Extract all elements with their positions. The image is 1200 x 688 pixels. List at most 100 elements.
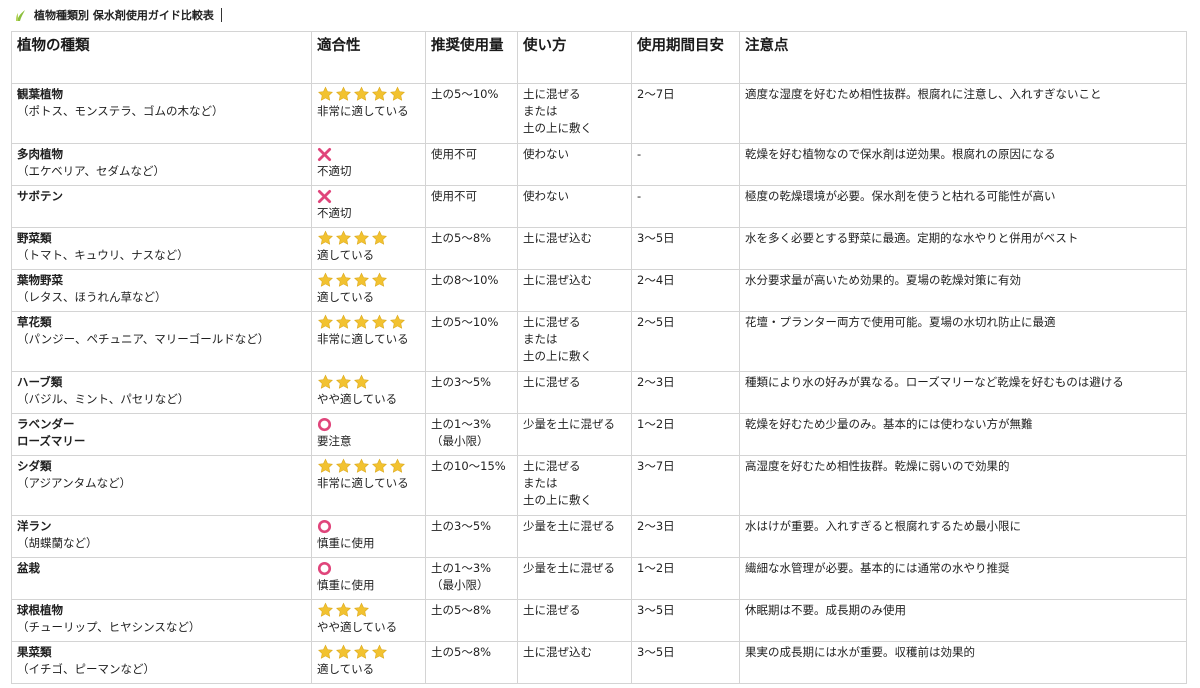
amount-text: 土の1〜3% bbox=[431, 417, 492, 431]
plant-examples: （胡蝶蘭など） bbox=[17, 536, 98, 550]
cell-suitability: 適している bbox=[311, 641, 426, 684]
usage-line: 少量を土に混ぜる bbox=[523, 561, 615, 575]
star-icon bbox=[318, 230, 333, 245]
cell-plant-type: ラベンダーローズマリー bbox=[11, 413, 312, 456]
cell-amount: 使用不可 bbox=[425, 185, 518, 228]
cell-amount: 土の5〜8% bbox=[425, 227, 518, 270]
star-icon bbox=[390, 86, 405, 101]
cell-usage: 土に混ぜる bbox=[517, 599, 632, 642]
star-icon bbox=[318, 272, 333, 287]
table-row: シダ類 （アジアンタムなど） 非常に適している 土の10〜15% 土に混ぜる または 土の上… bbox=[11, 455, 1187, 516]
cell-suitability: 適している bbox=[311, 269, 426, 312]
circle-icon bbox=[317, 519, 332, 534]
star-rating bbox=[317, 602, 420, 619]
cell-period: - bbox=[631, 185, 740, 228]
amount-text: 土の8〜10% bbox=[431, 273, 499, 287]
suitability-label: 非常に適している bbox=[317, 104, 409, 118]
table-row: 観葉植物 （ポトス、モンステラ、ゴムの木など） 非常に適している 土の5〜10% 土に混… bbox=[11, 83, 1187, 144]
amount-note: （最小限） bbox=[431, 434, 489, 448]
cell-period: 2〜5日 bbox=[631, 311, 740, 372]
usage-line: 土に混ぜる bbox=[523, 459, 581, 473]
star-icon bbox=[372, 458, 387, 473]
star-icon bbox=[336, 644, 351, 659]
cell-plant-type: 盆栽 bbox=[11, 557, 312, 600]
cell-suitability: 非常に適している bbox=[311, 83, 426, 144]
table-row: 盆栽 慎重に使用 土の1〜3% （最小限） 少量を土に混ぜる 1〜2日 繊細な水管理が必要。… bbox=[11, 557, 1187, 600]
cell-suitability: 非常に適している bbox=[311, 311, 426, 372]
header-plant-type: 植物の種類 bbox=[11, 31, 312, 84]
cell-amount: 土の3〜5% bbox=[425, 371, 518, 414]
star-rating bbox=[317, 374, 420, 391]
text-cursor bbox=[220, 8, 222, 22]
circle-mark bbox=[317, 560, 420, 577]
plant-examples: （バジル、ミント、パセリなど） bbox=[17, 392, 190, 406]
circle-icon bbox=[317, 417, 332, 432]
usage-line: 土に混ぜ込む bbox=[523, 231, 592, 245]
star-icon bbox=[354, 602, 369, 617]
cell-amount: 土の5〜10% bbox=[425, 311, 518, 372]
cell-period: 3〜7日 bbox=[631, 455, 740, 516]
cell-caution: 種類により水の好みが異なる。ローズマリーなど乾燥を好むものは避ける bbox=[739, 371, 1187, 414]
cell-usage: 土に混ぜる または 土の上に敷く bbox=[517, 455, 632, 516]
cell-caution: 適度な湿度を好むため相性抜群。根腐れに注意し、入れすぎないこと bbox=[739, 83, 1187, 144]
cell-plant-type: 葉物野菜 （レタス、ほうれん草など） bbox=[11, 269, 312, 312]
star-rating bbox=[317, 86, 420, 103]
cell-caution: 果実の成長期には水が重要。収穫前は効果的 bbox=[739, 641, 1187, 684]
cell-period: 1〜2日 bbox=[631, 413, 740, 456]
header-usage: 使い方 bbox=[517, 31, 632, 84]
table-row: サボテン 不適切 使用不可 使わない - 極度の乾燥環境が必要。保水剤を使うと枯れる可能性… bbox=[11, 185, 1187, 228]
plant-name: シダ類 bbox=[17, 459, 52, 473]
plant-examples: （ポトス、モンステラ、ゴムの木など） bbox=[17, 104, 224, 118]
amount-text: 土の5〜8% bbox=[431, 603, 492, 617]
cell-usage: 少量を土に混ぜる bbox=[517, 413, 632, 456]
amount-note: （最小限） bbox=[431, 578, 489, 592]
cell-plant-type: シダ類 （アジアンタムなど） bbox=[11, 455, 312, 516]
plant-name-2: ローズマリー bbox=[17, 434, 86, 448]
star-rating bbox=[317, 272, 420, 289]
suitability-label: 不適切 bbox=[317, 164, 352, 178]
star-icon bbox=[336, 374, 351, 389]
table-row: 野菜類 （トマト、キュウリ、ナスなど） 適している 土の5〜8% 土に混ぜ込む 3〜5日水… bbox=[11, 227, 1187, 270]
star-icon bbox=[354, 86, 369, 101]
usage-line: 使わない bbox=[523, 147, 569, 161]
cell-usage: 土に混ぜ込む bbox=[517, 269, 632, 312]
star-icon bbox=[372, 86, 387, 101]
amount-text: 土の3〜5% bbox=[431, 519, 492, 533]
usage-line: 少量を土に混ぜる bbox=[523, 519, 615, 533]
table-row: 球根植物 （チューリップ、ヒヤシンスなど） やや適している 土の5〜8% 土に混ぜる 3〜… bbox=[11, 599, 1187, 642]
plant-name: 果菜類 bbox=[17, 645, 52, 659]
star-icon bbox=[390, 314, 405, 329]
suitability-label: やや適している bbox=[317, 392, 398, 406]
amount-text: 使用不可 bbox=[431, 147, 477, 161]
suitability-label: 適している bbox=[317, 290, 375, 304]
cell-amount: 土の5〜8% bbox=[425, 641, 518, 684]
amount-text: 土の1〜3% bbox=[431, 561, 492, 575]
header-caution: 注意点 bbox=[739, 31, 1187, 84]
cell-caution: 花壇・プランター両方で使用可能。夏場の水切れ防止に最適 bbox=[739, 311, 1187, 372]
suitability-label: 不適切 bbox=[317, 206, 352, 220]
cell-amount: 土の1〜3% （最小限） bbox=[425, 413, 518, 456]
star-icon bbox=[318, 374, 333, 389]
star-icon bbox=[336, 230, 351, 245]
cell-plant-type: 野菜類 （トマト、キュウリ、ナスなど） bbox=[11, 227, 312, 270]
cell-suitability: 要注意 bbox=[311, 413, 426, 456]
table-row: 草花類 （パンジー、ペチュニア、マリーゴールドなど） 非常に適している 土の5〜10%… bbox=[11, 311, 1187, 372]
usage-line: 少量を土に混ぜる bbox=[523, 417, 615, 431]
plant-examples: （アジアンタムなど） bbox=[17, 476, 132, 490]
amount-text: 土の5〜8% bbox=[431, 231, 492, 245]
cell-suitability: 慎重に使用 bbox=[311, 557, 426, 600]
suitability-label: 要注意 bbox=[317, 434, 352, 448]
cell-amount: 土の3〜5% bbox=[425, 515, 518, 558]
star-rating bbox=[317, 458, 420, 475]
usage-line: または bbox=[523, 476, 558, 490]
suitability-label: 適している bbox=[317, 662, 375, 676]
plant-name: ラベンダー bbox=[17, 417, 75, 431]
suitability-label: 慎重に使用 bbox=[317, 536, 375, 550]
cross-icon bbox=[317, 147, 332, 162]
plant-name: 草花類 bbox=[17, 315, 52, 329]
usage-line: 土に混ぜる bbox=[523, 87, 581, 101]
sprout-icon bbox=[16, 10, 25, 21]
amount-text: 土の5〜10% bbox=[431, 87, 499, 101]
table-row: 多肉植物 （エケベリア、セダムなど） 不適切 使用不可 使わない - 乾燥を好む植物なので保… bbox=[11, 143, 1187, 186]
amount-text: 土の5〜8% bbox=[431, 645, 492, 659]
